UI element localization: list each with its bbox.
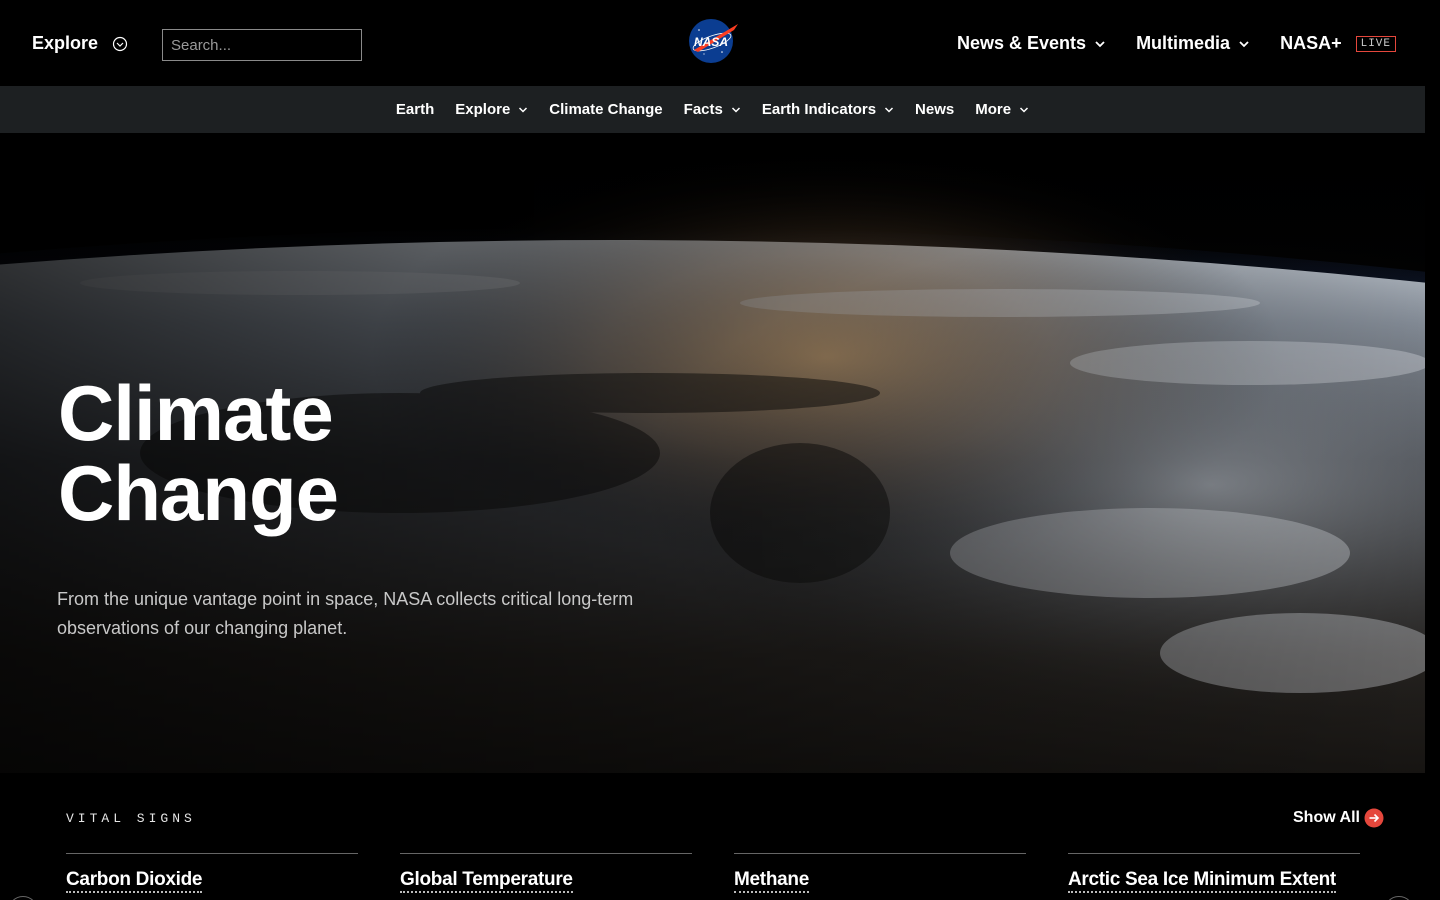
page-scrollbar[interactable] bbox=[1425, 86, 1440, 900]
vital-card-title[interactable]: Global Temperature bbox=[400, 869, 573, 893]
nav-label: News & Events bbox=[957, 33, 1087, 53]
chevron-down-icon bbox=[885, 106, 894, 113]
top-header: Explore NASA News & Events Multimedia NA… bbox=[0, 0, 1440, 86]
subnav-item-climate-change[interactable]: Climate Change bbox=[549, 101, 662, 118]
vital-card-arctic-sea-ice: Arctic Sea Ice Minimum Extent bbox=[1068, 853, 1360, 893]
nasa-logo[interactable]: NASA bbox=[684, 16, 740, 66]
explore-menu-button[interactable]: Explore bbox=[32, 33, 128, 54]
subnav-item-earth[interactable]: Earth bbox=[396, 101, 434, 118]
live-badge: LIVE bbox=[1355, 35, 1396, 52]
carousel-next-button[interactable] bbox=[1384, 896, 1414, 900]
chevron-down-icon bbox=[731, 106, 740, 113]
sub-nav: Earth Explore Climate Change Facts Earth… bbox=[0, 86, 1425, 133]
subnav-label: Climate Change bbox=[549, 101, 663, 118]
subnav-item-explore[interactable]: Explore bbox=[455, 101, 528, 118]
subnav-label: Earth bbox=[395, 101, 435, 118]
subnav-item-more[interactable]: More bbox=[975, 101, 1029, 118]
chevron-circle-icon bbox=[112, 36, 128, 51]
nasa-logo-text: NASA bbox=[694, 35, 728, 49]
subnav-item-earth-indicators[interactable]: Earth Indicators bbox=[762, 101, 894, 118]
show-all-label: Show All bbox=[1293, 809, 1360, 826]
nav-news-events[interactable]: News & Events bbox=[957, 33, 1106, 54]
search-input[interactable] bbox=[162, 29, 362, 61]
title-line-2: Change bbox=[58, 449, 339, 537]
carousel-prev-button[interactable] bbox=[8, 896, 38, 900]
nav-label: Multimedia bbox=[1136, 33, 1231, 53]
vital-card-global-temperature: Global Temperature bbox=[400, 853, 692, 893]
chevron-down-icon bbox=[1020, 106, 1029, 113]
chevron-down-icon bbox=[1095, 40, 1105, 47]
subnav-item-facts[interactable]: Facts bbox=[684, 101, 741, 118]
vital-card-title[interactable]: Arctic Sea Ice Minimum Extent bbox=[1068, 869, 1336, 893]
page-title: Climate Change bbox=[58, 369, 339, 537]
top-nav: News & Events Multimedia NASA+ LIVE bbox=[957, 33, 1396, 54]
subnav-label: Explore bbox=[455, 101, 511, 118]
show-all-link[interactable]: Show All bbox=[1293, 808, 1384, 828]
vital-card-title[interactable]: Methane bbox=[734, 869, 809, 893]
nav-nasa-plus[interactable]: NASA+ LIVE bbox=[1280, 33, 1396, 54]
hero-section: Climate Change From the unique vantage p… bbox=[0, 133, 1425, 773]
vital-card-carbon-dioxide: Carbon Dioxide bbox=[66, 853, 358, 893]
nav-label: NASA+ bbox=[1280, 33, 1342, 53]
subnav-item-news[interactable]: News bbox=[915, 101, 954, 118]
hero-subtitle: From the unique vantage point in space, … bbox=[57, 589, 634, 638]
nav-multimedia[interactable]: Multimedia bbox=[1136, 33, 1250, 54]
chevron-down-icon bbox=[1239, 40, 1249, 47]
vital-card-methane: Methane bbox=[734, 853, 1026, 893]
chevron-down-icon bbox=[519, 106, 528, 113]
subnav-label: News bbox=[915, 101, 955, 118]
title-line-1: Climate bbox=[58, 369, 334, 457]
subnav-label: More bbox=[975, 101, 1012, 118]
explore-label: Explore bbox=[32, 33, 99, 53]
vital-signs-label: VITAL SIGNS bbox=[66, 811, 196, 826]
arrow-right-circle-icon bbox=[1364, 808, 1384, 828]
subnav-label: Facts bbox=[683, 101, 723, 118]
subnav-label: Earth Indicators bbox=[761, 101, 877, 118]
vital-card-title[interactable]: Carbon Dioxide bbox=[66, 869, 203, 893]
